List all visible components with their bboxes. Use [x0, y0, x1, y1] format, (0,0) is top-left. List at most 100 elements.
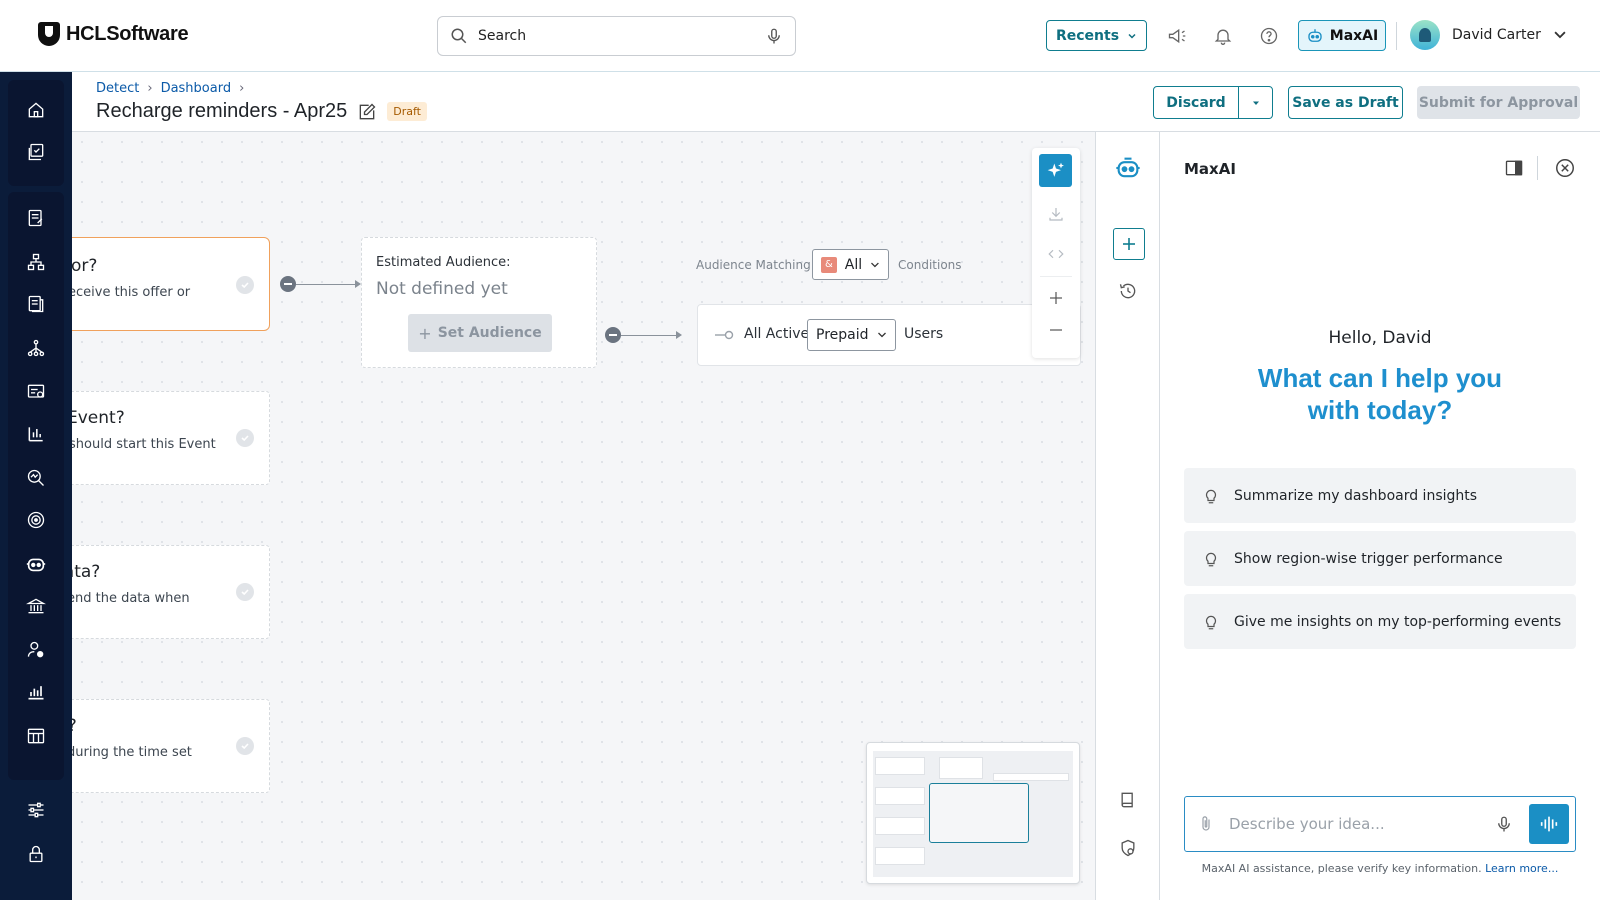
flow-card-offer[interactable]: or? eceive this offer or — [72, 237, 270, 331]
headline: What can I help you with today? — [1257, 363, 1503, 425]
microphone-icon[interactable] — [765, 27, 783, 45]
code-icon[interactable] — [1046, 244, 1066, 264]
robot-icon[interactable] — [1114, 154, 1142, 182]
user-settings-icon[interactable] — [24, 638, 48, 662]
disclaimer-text: MaxAI AI assistance, please verify key i… — [1201, 862, 1482, 875]
flow-card-time[interactable]: n? during the time set — [72, 699, 270, 793]
breadcrumb-dashboard[interactable]: Dashboard — [161, 81, 232, 96]
discard-options-button[interactable] — [1238, 86, 1273, 119]
zoom-out-icon[interactable] — [1046, 320, 1066, 340]
hcl-logo-icon — [38, 22, 60, 46]
suggestion-item[interactable]: Summarize my dashboard insights — [1184, 468, 1576, 523]
connector-node[interactable] — [280, 276, 296, 292]
bank-icon[interactable] — [24, 594, 48, 618]
history-icon[interactable] — [1114, 277, 1142, 305]
condition-card[interactable]: All Active Prepaid Users — [697, 304, 1081, 366]
analytics-search-icon[interactable] — [24, 466, 48, 490]
help-icon[interactable] — [1258, 25, 1280, 47]
robot-icon — [1308, 28, 1322, 42]
documents-icon[interactable] — [24, 292, 48, 316]
user-type-select[interactable]: Prepaid — [807, 319, 896, 351]
page-title: Recharge reminders - Apr25 — [96, 100, 348, 122]
lightbulb-icon — [1205, 489, 1217, 503]
estimated-audience-label: Estimated Audience: — [376, 255, 511, 270]
microphone-icon[interactable] — [1495, 815, 1513, 833]
flow-card-event[interactable]: Event? should start this Event — [72, 391, 270, 485]
connector-node[interactable] — [605, 327, 621, 343]
robot-icon[interactable] — [24, 552, 48, 576]
divider — [1396, 22, 1397, 50]
breadcrumb: Detect › Dashboard › — [96, 81, 244, 96]
estimated-audience-card[interactable]: Estimated Audience: Not defined yet + Se… — [361, 237, 597, 368]
minimap-card — [875, 757, 925, 775]
suggestion-item[interactable]: Give me insights on my top-performing ev… — [1184, 594, 1576, 649]
suggestion-item[interactable]: Show region-wise trigger performance — [1184, 531, 1576, 586]
catalog-icon[interactable] — [24, 140, 48, 164]
divider — [1040, 276, 1072, 277]
discard-button[interactable]: Discard — [1153, 86, 1239, 119]
hierarchy-icon[interactable] — [24, 250, 48, 274]
target-icon[interactable] — [24, 508, 48, 532]
download-icon[interactable] — [1046, 204, 1066, 224]
brand-logo[interactable]: HCLSoftware — [38, 22, 189, 46]
minimap-viewport[interactable] — [929, 783, 1029, 843]
flow-card-data[interactable]: data? end the data when — [72, 545, 270, 639]
reports-icon[interactable] — [24, 380, 48, 404]
learn-more-link[interactable]: Learn more... — [1485, 862, 1558, 875]
form-icon[interactable] — [24, 206, 48, 230]
submit-for-approval-button[interactable]: Submit for Approval — [1417, 86, 1580, 119]
sliders-icon[interactable] — [24, 798, 48, 822]
shield-icon[interactable] — [1114, 834, 1142, 862]
search-input[interactable]: Search — [478, 28, 765, 44]
conditions-label: Conditions — [898, 258, 962, 272]
minimap[interactable] — [866, 742, 1080, 884]
maxai-panel: MaxAI Hello, David What can I help you w… — [1160, 132, 1600, 900]
global-search[interactable]: Search — [437, 16, 796, 56]
recents-button[interactable]: Recents — [1046, 20, 1147, 51]
assistant-rail — [1095, 132, 1160, 900]
recents-label: Recents — [1055, 27, 1120, 44]
maxai-button[interactable]: MaxAI — [1298, 20, 1386, 51]
card-subtitle: eceive this offer or — [72, 285, 191, 300]
user-menu[interactable]: David Carter — [1410, 20, 1567, 50]
save-as-draft-button[interactable]: Save as Draft — [1288, 86, 1403, 119]
disclaimer: MaxAI AI assistance, please verify key i… — [1160, 862, 1600, 875]
voice-mode-button[interactable] — [1529, 804, 1569, 844]
bar-chart-icon[interactable] — [24, 422, 48, 446]
prompt-input[interactable] — [1229, 815, 1495, 833]
suggestion-text: Give me insights on my top-performing ev… — [1234, 613, 1562, 630]
audience-matching-value: All — [844, 256, 863, 273]
connector-line — [621, 335, 677, 336]
left-navigation — [0, 72, 72, 900]
lock-icon[interactable] — [24, 842, 48, 866]
flow-canvas[interactable]: or? eceive this offer or Estimated Audie… — [72, 132, 1095, 900]
zoom-in-icon[interactable] — [1046, 288, 1066, 308]
announcements-icon[interactable] — [1166, 25, 1188, 47]
book-icon[interactable] — [1114, 786, 1142, 814]
breadcrumb-detect[interactable]: Detect — [96, 81, 139, 96]
new-chat-button[interactable] — [1113, 228, 1145, 260]
chevron-down-icon — [871, 262, 879, 267]
home-icon[interactable] — [24, 98, 48, 122]
card-subtitle: end the data when — [72, 591, 190, 606]
condition-suffix: Users — [904, 326, 944, 342]
close-icon[interactable] — [1554, 157, 1576, 183]
set-audience-button[interactable]: + Set Audience — [408, 314, 552, 352]
dock-panel-icon[interactable] — [1504, 158, 1524, 182]
paperclip-icon[interactable] — [1197, 815, 1215, 833]
edit-icon[interactable] — [357, 102, 377, 122]
sparkle-icon — [1047, 162, 1064, 177]
network-icon[interactable] — [24, 336, 48, 360]
audience-matching-label: Audience Matching — [696, 258, 811, 272]
audience-matching-select[interactable]: & All — [812, 249, 889, 280]
check-icon — [236, 737, 254, 755]
table-icon[interactable] — [24, 724, 48, 748]
minimap-card — [875, 847, 925, 865]
stats-icon[interactable] — [24, 680, 48, 704]
card-title: or? — [72, 256, 98, 276]
chevron-down-icon — [1554, 31, 1566, 39]
bell-icon[interactable] — [1212, 25, 1234, 47]
ai-assist-button[interactable] — [1039, 154, 1072, 187]
top-bar: HCLSoftware Search Recents MaxAI David C… — [0, 0, 1600, 72]
card-subtitle: during the time set — [72, 745, 192, 760]
